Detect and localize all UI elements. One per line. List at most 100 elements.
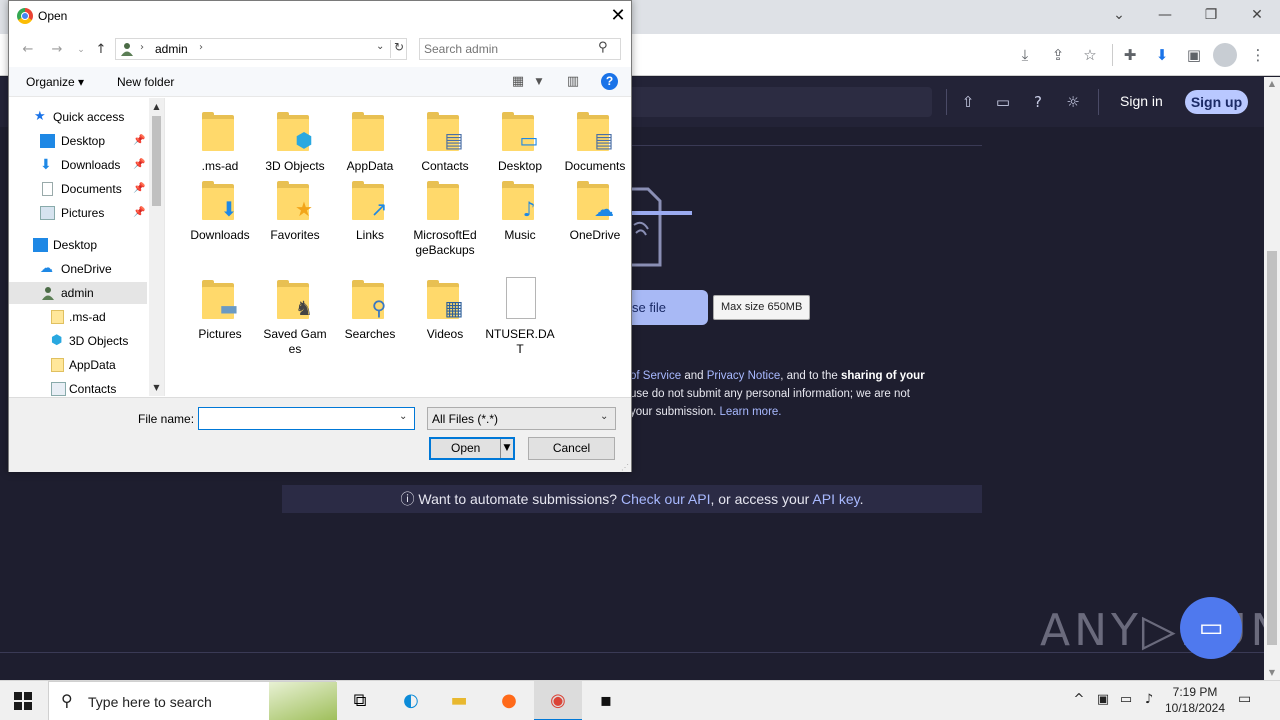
windows-start-icon[interactable] xyxy=(14,692,32,710)
learn-more-link[interactable]: Learn more. xyxy=(719,406,781,418)
up-arrow-icon[interactable]: ↑ xyxy=(92,41,110,59)
close-icon[interactable]: ✕ xyxy=(607,5,629,27)
nav-item-onedrive[interactable]: ☁ OneDrive xyxy=(9,258,147,280)
nav-item-appdata[interactable]: AppData xyxy=(9,354,147,376)
privacy-notice-link[interactable]: Privacy Notice xyxy=(707,370,781,382)
cancel-button[interactable]: Cancel xyxy=(528,437,615,460)
file-item-links[interactable]: ↗ Links xyxy=(335,178,405,243)
nav-item-desktop-root[interactable]: Desktop xyxy=(9,234,147,256)
check-api-link[interactable]: Check our API xyxy=(621,491,711,507)
theme-icon[interactable]: ☼ xyxy=(1062,91,1084,113)
downloads-icon[interactable]: ⬇ xyxy=(1150,43,1174,67)
change-view-icon[interactable]: ▦ xyxy=(509,73,527,91)
file-item-appdata[interactable]: AppData xyxy=(335,109,405,174)
file-item-searches[interactable]: ⚲ Searches xyxy=(335,277,405,342)
nav-pane-scrollbar[interactable]: ▲ ▼ xyxy=(149,98,164,396)
menu-icon[interactable]: ⋮ xyxy=(1246,43,1270,67)
minimize-button[interactable]: — xyxy=(1152,4,1178,26)
recent-locations-icon[interactable]: ⌄ xyxy=(72,41,90,59)
chevron-right-icon[interactable]: › xyxy=(199,42,203,53)
share-icon[interactable]: ⇪ xyxy=(1046,43,1070,67)
open-dropdown-icon[interactable]: ▼ xyxy=(500,439,513,458)
search-input[interactable] xyxy=(424,41,594,57)
address-bar[interactable]: › admin › ⌄ ↻ xyxy=(115,38,407,60)
nav-item-ms-ad[interactable]: .ms-ad xyxy=(9,306,147,328)
nav-item-admin[interactable]: admin xyxy=(9,282,147,304)
task-view-icon[interactable]: ⧉ xyxy=(336,681,384,720)
star-icon[interactable]: ☆ xyxy=(1078,43,1102,67)
dialog-search-box[interactable]: ⚲ xyxy=(419,38,621,60)
scroll-down-icon[interactable]: ▼ xyxy=(149,381,164,395)
scrollbar-thumb[interactable] xyxy=(1267,251,1277,645)
help-icon[interactable]: ? xyxy=(1027,91,1049,113)
open-button[interactable]: Open ▼ xyxy=(429,437,515,460)
preview-pane-icon[interactable]: ▥ xyxy=(564,73,582,91)
sign-in-link[interactable]: Sign in xyxy=(1120,93,1163,109)
file-item-contacts[interactable]: ▤ Contacts xyxy=(410,109,480,174)
breadcrumb-admin[interactable]: admin xyxy=(155,42,188,56)
scroll-up-icon[interactable]: ▲ xyxy=(1264,77,1280,91)
forward-arrow-icon[interactable]: → xyxy=(48,41,66,59)
close-window-button[interactable]: ✕ xyxy=(1244,4,1270,26)
profile-icon[interactable] xyxy=(1213,43,1237,67)
scroll-down-icon[interactable]: ▼ xyxy=(1264,666,1280,680)
sign-up-button[interactable]: Sign up xyxy=(1185,90,1248,114)
tab-search-icon[interactable]: ⌄ xyxy=(1106,4,1132,26)
device-icon[interactable]: ▣ xyxy=(1094,691,1112,709)
chrome-icon[interactable]: ◉ xyxy=(534,681,582,720)
file-item-videos[interactable]: ▦ Videos xyxy=(410,277,480,342)
terms-of-service-link[interactable]: of Service xyxy=(630,370,681,382)
nav-item-desktop[interactable]: Desktop 📌 xyxy=(9,130,147,152)
file-item-pictures[interactable]: ▬ Pictures xyxy=(185,277,255,342)
resize-grip-icon[interactable]: ⋰ xyxy=(621,463,630,472)
file-item-microsoftedgebackups[interactable]: MicrosoftEdgeBackups xyxy=(410,178,480,258)
chevron-down-icon[interactable]: ⌄ xyxy=(376,41,384,52)
volume-icon[interactable]: ♪ xyxy=(1140,691,1158,709)
file-name-field[interactable] xyxy=(202,410,392,427)
chat-icon[interactable]: ▭ xyxy=(1180,597,1242,659)
file-item-desktop[interactable]: ▭ Desktop xyxy=(485,109,555,174)
nav-item-downloads[interactable]: ⬇ Downloads 📌 xyxy=(9,154,147,176)
file-item-onedrive[interactable]: ☁ OneDrive xyxy=(560,178,630,243)
file-explorer-icon[interactable]: ▬ xyxy=(435,681,483,720)
nav-item-pictures[interactable]: Pictures 📌 xyxy=(9,202,147,224)
file-type-select[interactable]: All Files (*.*) ⌄ xyxy=(427,407,616,430)
chevron-down-icon[interactable]: ⌄ xyxy=(399,411,407,422)
notifications-icon[interactable]: ▭ xyxy=(1238,691,1256,709)
show-hidden-icons-icon[interactable]: ^ xyxy=(1070,691,1088,709)
nav-item-documents[interactable]: Documents 📌 xyxy=(9,178,147,200)
upload-icon[interactable]: ⇧ xyxy=(957,91,979,113)
api-key-link[interactable]: API key xyxy=(812,491,859,507)
chevron-down-icon[interactable]: ⌄ xyxy=(600,411,608,422)
scrollbar-thumb[interactable] xyxy=(152,116,161,206)
file-item-saved-games[interactable]: ♞ Saved Games xyxy=(260,277,330,357)
file-name-combobox[interactable]: ⌄ xyxy=(198,407,415,430)
side-panel-icon[interactable]: ▣ xyxy=(1182,43,1206,67)
new-folder-button[interactable]: New folder xyxy=(117,75,174,89)
organize-button[interactable]: Organize ▾ xyxy=(26,75,84,89)
refresh-icon[interactable]: ↻ xyxy=(390,40,407,58)
back-arrow-icon[interactable]: ← xyxy=(19,41,37,59)
nav-item-3d-objects[interactable]: ⬢ 3D Objects xyxy=(9,330,147,352)
help-icon[interactable]: ? xyxy=(601,73,618,90)
file-item-favorites[interactable]: ★ Favorites xyxy=(260,178,330,243)
taskbar-search[interactable]: ⚲ Type here to search xyxy=(48,681,337,720)
edge-icon[interactable]: ◐ xyxy=(387,681,435,720)
terminal-icon[interactable]: ▪ xyxy=(582,681,630,720)
file-item-music[interactable]: ♪ Music xyxy=(485,178,555,243)
scroll-up-icon[interactable]: ▲ xyxy=(149,100,164,114)
page-scrollbar[interactable]: ▲ ▼ xyxy=(1264,77,1280,680)
file-item-documents[interactable]: ▤ Documents xyxy=(560,109,630,174)
file-item-3d-objects[interactable]: ⬢ 3D Objects xyxy=(260,109,330,174)
restore-button[interactable]: ❐ xyxy=(1198,4,1224,26)
file-item-ntuser-dat[interactable]: NTUSER.DAT xyxy=(485,277,555,357)
file-item-ms-ad[interactable]: .ms-ad xyxy=(185,109,255,174)
nav-quick-access[interactable]: ★ Quick access xyxy=(9,106,147,128)
chevron-down-icon[interactable]: ▼ xyxy=(530,73,548,91)
clock[interactable]: 7:19 PM 10/18/2024 xyxy=(1162,684,1228,716)
network-icon[interactable]: ▭ xyxy=(1117,691,1135,709)
firefox-icon[interactable]: ● xyxy=(485,681,533,720)
notifications-icon[interactable]: ▭ xyxy=(992,91,1014,113)
download-page-icon[interactable]: ⤓ xyxy=(1013,43,1037,67)
extensions-icon[interactable]: ✚ xyxy=(1118,43,1142,67)
